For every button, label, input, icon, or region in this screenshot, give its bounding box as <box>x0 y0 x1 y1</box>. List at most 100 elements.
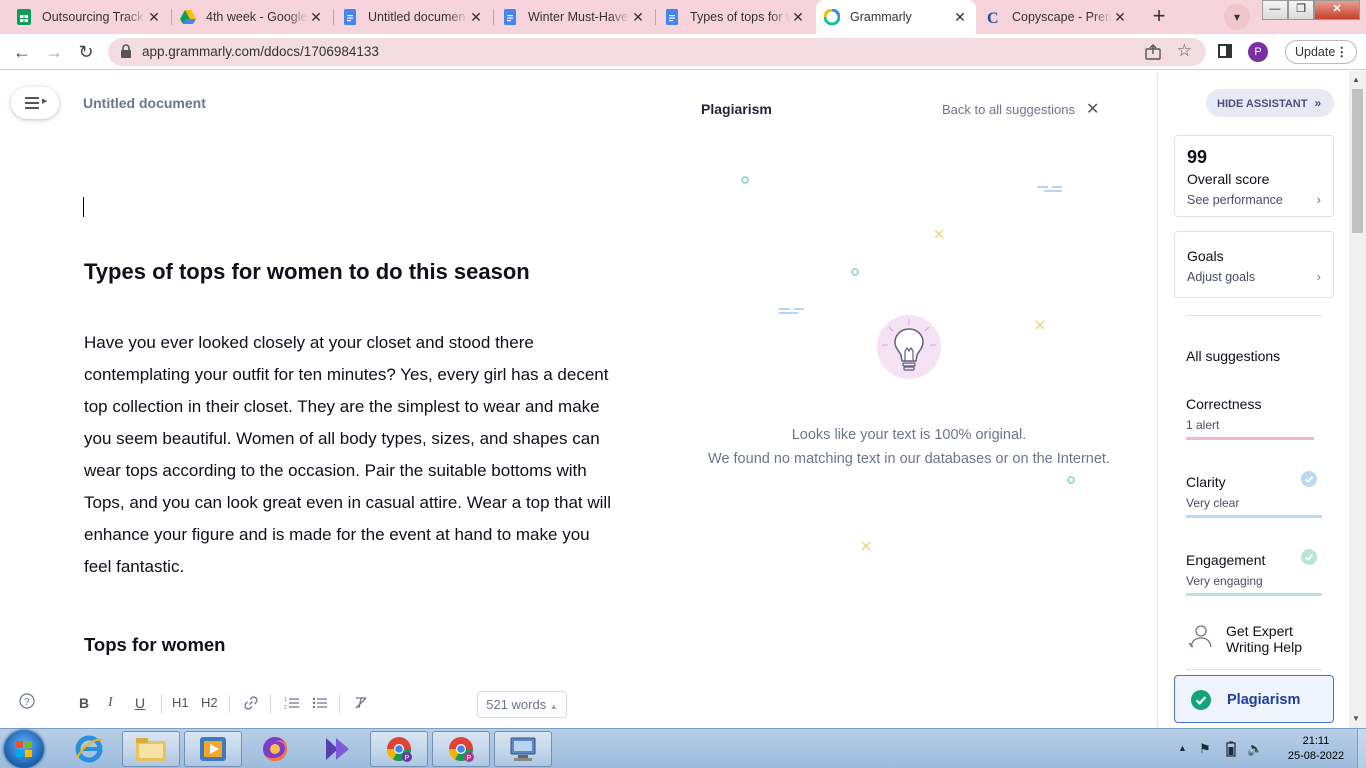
tab-untitled-document[interactable]: Untitled documen ✕ <box>334 2 492 32</box>
bookmark-star-icon[interactable]: ☆ <box>1177 41 1192 61</box>
decorative-circle-icon <box>741 176 749 184</box>
update-button[interactable]: Update ⋮ <box>1285 40 1357 64</box>
share-icon[interactable] <box>1144 43 1162 61</box>
document-title[interactable]: Untitled document <box>83 95 206 111</box>
check-circle-icon <box>1301 549 1317 565</box>
scroll-down-icon[interactable]: ▼ <box>1352 714 1360 723</box>
category-status: Very engaging <box>1186 574 1263 588</box>
close-window-button[interactable]: ✕ <box>1314 0 1360 20</box>
assistant-sidebar: HIDE ASSISTANT » 99 Overall score See pe… <box>1157 71 1349 728</box>
word-count-label: 521 words <box>486 697 547 712</box>
video-app-icon[interactable] <box>308 731 366 767</box>
word-count-button[interactable]: 521 words ▲ <box>477 691 567 718</box>
back-button[interactable]: ← <box>10 40 34 64</box>
check-circle-icon <box>1301 471 1317 487</box>
document-menu-button[interactable]: ▶ <box>11 87 59 119</box>
document-paragraph[interactable]: Have you ever looked closely at your clo… <box>84 327 614 583</box>
tab-title: Grammarly <box>850 10 912 24</box>
heading2-button[interactable]: H2 <box>201 695 218 710</box>
close-tab-icon[interactable]: ✕ <box>1112 9 1128 25</box>
tab-outsourcing-tracker[interactable]: Outsourcing Track ✕ <box>8 2 170 32</box>
clear-formatting-icon[interactable] <box>353 695 369 714</box>
see-performance-link: See performance <box>1187 193 1283 207</box>
divider <box>1186 315 1322 316</box>
docs-icon <box>664 9 680 25</box>
browser-toolbar: ← → ↻ app.grammarly.com/ddocs/1706984133… <box>0 34 1366 70</box>
close-tab-icon[interactable]: ✕ <box>146 9 162 25</box>
file-explorer-icon[interactable] <box>122 731 180 767</box>
media-player-icon[interactable] <box>184 731 242 767</box>
chrome-icon[interactable]: P <box>370 731 428 767</box>
decorative-sparkle-icon <box>1035 320 1045 330</box>
correctness-bar <box>1186 437 1314 440</box>
tab-copyscape[interactable]: C Copyscape - Prem ✕ <box>978 2 1136 32</box>
back-to-suggestions-link[interactable]: Back to all suggestions <box>942 102 1075 117</box>
italic-button[interactable]: I <box>108 695 113 711</box>
close-tab-icon[interactable]: ✕ <box>630 9 646 25</box>
more-menu-icon[interactable]: ⋮ <box>1336 41 1349 63</box>
action-center-flag-icon[interactable]: ⚑ <box>1199 741 1211 757</box>
remote-desktop-icon[interactable] <box>494 731 552 767</box>
chevron-right-icon: › <box>1316 192 1321 207</box>
bold-button[interactable]: B <box>79 695 89 711</box>
help-icon[interactable]: ? <box>19 693 35 712</box>
bulleted-list-icon[interactable] <box>312 695 328 714</box>
document-heading[interactable]: Types of tops for women to do this seaso… <box>84 259 530 285</box>
svg-text:P: P <box>405 755 410 762</box>
close-tab-icon[interactable]: ✕ <box>468 9 484 25</box>
volume-icon[interactable]: 🔈 <box>1247 741 1263 757</box>
side-panel-icon[interactable] <box>1218 44 1232 58</box>
link-icon[interactable] <box>243 695 259 714</box>
firefox-icon[interactable] <box>246 731 304 767</box>
new-tab-button[interactable]: + <box>1146 5 1172 29</box>
chrome-icon[interactable]: P <box>432 731 490 767</box>
address-bar[interactable]: app.grammarly.com/ddocs/1706984133 ☆ <box>108 38 1206 66</box>
profile-avatar[interactable]: P <box>1248 42 1268 62</box>
document-subheading[interactable]: Tops for women <box>84 634 226 656</box>
close-tab-icon[interactable]: ✕ <box>952 9 968 25</box>
expert-person-icon <box>1188 625 1212 648</box>
heading1-button[interactable]: H1 <box>172 695 189 710</box>
numbered-list-icon[interactable]: 12 <box>284 695 300 714</box>
hide-assistant-button[interactable]: HIDE ASSISTANT » <box>1206 89 1334 117</box>
plagiarism-button[interactable]: Plagiarism <box>1174 675 1334 723</box>
start-button[interactable] <box>4 730 44 768</box>
chevron-right-icon: › <box>1316 269 1321 284</box>
vertical-scrollbar[interactable]: ▲ ▼ <box>1349 71 1366 728</box>
maximize-button[interactable]: ❐ <box>1288 0 1314 20</box>
internet-explorer-icon[interactable] <box>60 731 118 767</box>
battery-icon[interactable] <box>1226 741 1236 760</box>
docs-icon <box>342 9 358 25</box>
svg-text:C: C <box>987 10 999 25</box>
underline-button[interactable]: U <box>135 695 145 711</box>
overall-score-card[interactable]: 99 Overall score See performance › <box>1174 135 1334 217</box>
forward-button[interactable]: → <box>42 40 66 64</box>
reload-button[interactable]: ↻ <box>74 40 98 64</box>
clock-date: 25-08-2022 <box>1287 750 1345 762</box>
tab-types-of-tops[interactable]: Types of tops for w ✕ <box>656 2 814 32</box>
docs-icon <box>502 9 518 25</box>
show-desktop-button[interactable] <box>1357 729 1366 768</box>
original-text-message: Looks like your text is 100% original. <box>791 427 1027 443</box>
close-panel-icon[interactable]: ✕ <box>1086 99 1099 119</box>
tab-search-button[interactable]: ▾ <box>1224 4 1250 30</box>
goals-card[interactable]: Goals Adjust goals › <box>1174 231 1334 298</box>
chevron-right-icon: ▶ <box>42 98 48 105</box>
minimize-button[interactable]: — <box>1262 0 1288 20</box>
check-circle-icon <box>1191 690 1211 710</box>
tab-grammarly[interactable]: Grammarly ✕ <box>816 0 976 34</box>
close-tab-icon[interactable]: ✕ <box>308 9 324 25</box>
caret-up-icon: ▲ <box>549 702 558 711</box>
tab-title: 4th week - Google <box>206 10 308 24</box>
tab-4th-week[interactable]: 4th week - Google ✕ <box>172 2 332 32</box>
tab-winter-must-have[interactable]: Winter Must-Have ✕ <box>494 2 654 32</box>
tab-title: Outsourcing Track <box>42 10 144 24</box>
system-clock[interactable]: 21:11 25-08-2022 <box>1276 734 1356 764</box>
all-suggestions-tab[interactable]: All suggestions <box>1186 348 1280 364</box>
overall-score-label: Overall score <box>1187 171 1270 187</box>
show-hidden-icons-icon[interactable]: ▲ <box>1178 743 1187 753</box>
scroll-up-icon[interactable]: ▲ <box>1352 75 1360 84</box>
divider <box>1186 669 1322 670</box>
close-tab-icon[interactable]: ✕ <box>790 9 806 25</box>
scrollbar-thumb[interactable] <box>1352 89 1363 233</box>
